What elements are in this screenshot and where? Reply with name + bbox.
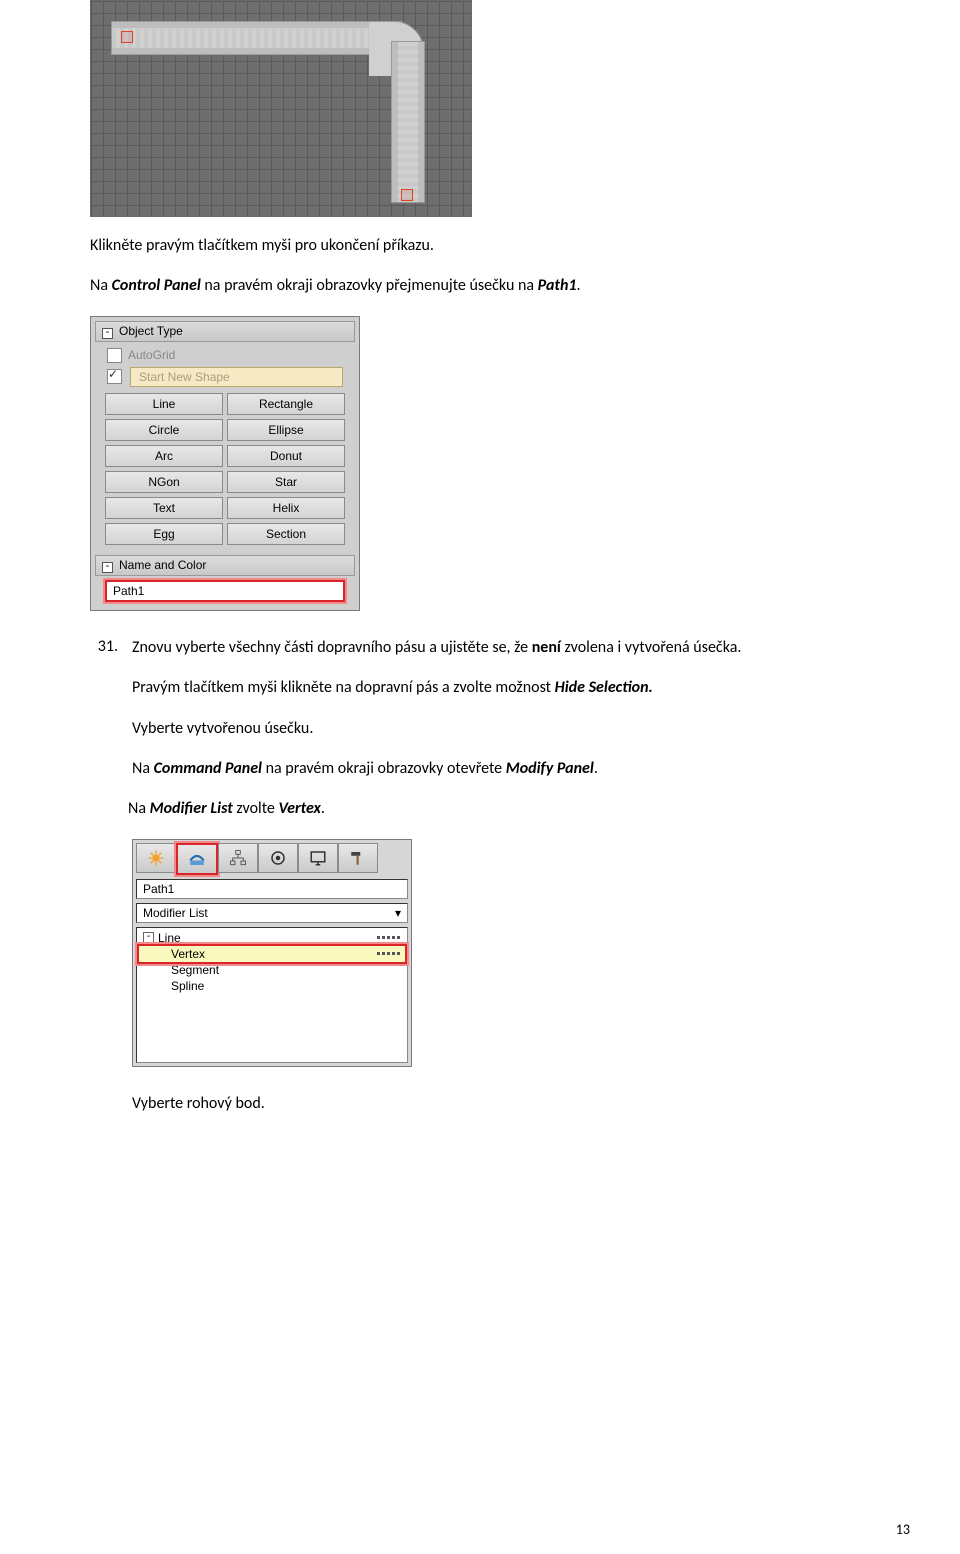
modifier-stack: - Line Vertex Segment Spline — [136, 927, 408, 1063]
instruction-text: Klikněte pravým tlačítkem myši pro ukonč… — [90, 235, 870, 257]
subobject-handles-icon — [375, 931, 401, 945]
selection-handle — [401, 189, 413, 201]
rollout-object-type[interactable]: -Object Type — [95, 321, 355, 342]
selection-handle — [121, 31, 133, 43]
step-number: 31. — [90, 637, 118, 656]
shape-button-line[interactable]: Line — [105, 393, 223, 415]
motion-icon — [269, 849, 287, 867]
shape-button-helix[interactable]: Helix — [227, 497, 345, 519]
object-name-input[interactable]: Path1 — [105, 580, 345, 602]
tree-item-spline[interactable]: Spline — [139, 978, 405, 994]
collapse-icon[interactable]: - — [143, 932, 154, 943]
modify-icon — [188, 850, 206, 868]
tree-item-segment[interactable]: Segment — [139, 962, 405, 978]
instruction-text: Vyberte vytvořenou úsečku. — [132, 718, 870, 740]
tab-utilities[interactable] — [338, 843, 378, 873]
create-panel: -Object Type AutoGrid Start New Shape Li… — [90, 316, 360, 611]
shape-button-rectangle[interactable]: Rectangle — [227, 393, 345, 415]
checkbox-autogrid[interactable] — [107, 348, 122, 363]
instruction-text: Na Command Panel na pravém okraji obrazo… — [132, 758, 870, 780]
chevron-down-icon: ▾ — [395, 906, 401, 920]
hierarchy-icon — [229, 849, 247, 867]
tab-motion[interactable] — [258, 843, 298, 873]
object-name-field[interactable]: Path1 — [136, 879, 408, 899]
autogrid-row: AutoGrid — [95, 346, 355, 365]
tab-hierarchy[interactable] — [218, 843, 258, 873]
hammer-icon — [349, 849, 367, 867]
command-panel: Path1 Modifier List ▾ - Line Vertex — [132, 839, 412, 1067]
tab-display[interactable] — [298, 843, 338, 873]
minus-icon: - — [102, 562, 113, 573]
shape-button-donut[interactable]: Donut — [227, 445, 345, 467]
shape-button-grid: Line Rectangle Circle Ellipse Arc Donut … — [95, 389, 355, 549]
modifier-list-dropdown[interactable]: Modifier List ▾ — [136, 903, 408, 923]
viewport-grid — [90, 0, 472, 217]
shape-button-circle[interactable]: Circle — [105, 419, 223, 441]
conveyor-vertical — [391, 41, 425, 203]
create-icon — [147, 849, 165, 867]
shape-button-ellipse[interactable]: Ellipse — [227, 419, 345, 441]
shape-button-arc[interactable]: Arc — [105, 445, 223, 467]
shape-button-star[interactable]: Star — [227, 471, 345, 493]
tree-item-vertex[interactable]: Vertex — [139, 946, 405, 962]
shape-button-egg[interactable]: Egg — [105, 523, 223, 545]
command-panel-tabs — [136, 843, 408, 875]
tree-item-line[interactable]: - Line — [139, 930, 405, 946]
startnewshape-row: Start New Shape — [95, 365, 355, 389]
instruction-text: Vyberte rohový bod. — [132, 1093, 870, 1115]
shape-button-ngon[interactable]: NGon — [105, 471, 223, 493]
page-number: 13 — [896, 1521, 910, 1538]
instruction-text: Znovu vyberte všechny části dopravního p… — [132, 637, 870, 659]
tab-modify[interactable] — [176, 843, 218, 875]
tab-create[interactable] — [136, 843, 176, 873]
instruction-text: Na Control Panel na pravém okraji obrazo… — [90, 275, 870, 297]
minus-icon: - — [102, 328, 113, 339]
start-new-shape-button[interactable]: Start New Shape — [130, 367, 343, 387]
shape-button-section[interactable]: Section — [227, 523, 345, 545]
conveyor-horizontal — [111, 21, 403, 55]
instruction-text: Pravým tlačítkem myši klikněte na doprav… — [132, 677, 870, 699]
instruction-text: Na Modifier List zvolte Vertex. — [128, 798, 870, 820]
subobject-handles-icon — [375, 947, 401, 961]
checkbox-startnewshape[interactable] — [107, 369, 122, 384]
display-icon — [309, 849, 327, 867]
rollout-name-and-color[interactable]: -Name and Color — [95, 555, 355, 576]
shape-button-text[interactable]: Text — [105, 497, 223, 519]
